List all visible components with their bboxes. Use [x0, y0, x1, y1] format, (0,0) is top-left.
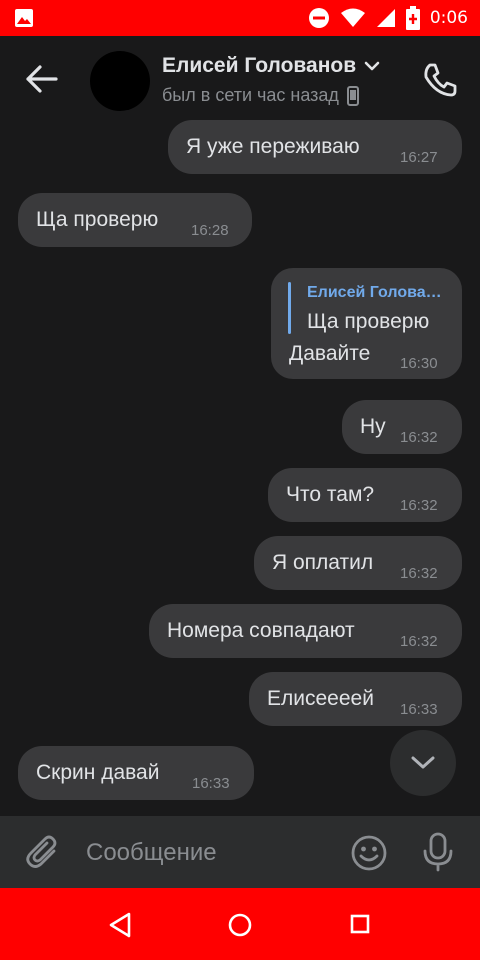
wifi-icon [340, 8, 365, 27]
message-bubble-incoming[interactable]: Скрин давай 16:33 [18, 746, 254, 800]
message-text: Что там? [286, 483, 375, 506]
message-bubble-outgoing[interactable]: Номера совпадают 16:32 [149, 604, 462, 658]
message-time: 16:33 [400, 701, 438, 718]
message-text: Ну [360, 415, 386, 438]
message-text: Я уже переживаю [186, 135, 360, 158]
back-button[interactable] [22, 62, 62, 96]
chat-header: Елисей Голованов был в сети час назад [0, 36, 480, 120]
attach-button[interactable] [24, 834, 62, 872]
message-time: 16:27 [400, 149, 438, 166]
scroll-down-button[interactable] [390, 730, 456, 796]
message-time: 16:28 [191, 222, 229, 239]
message-time: 16:32 [400, 429, 438, 446]
message-text: Давайте [289, 342, 371, 365]
message-bubble-outgoing[interactable]: Елисеееей 16:33 [249, 672, 462, 726]
do-not-disturb-icon [308, 8, 329, 28]
triangle-back-icon [109, 912, 131, 938]
emoji-button[interactable] [350, 834, 388, 872]
contact-name[interactable]: Елисей Голованов [162, 54, 356, 78]
microphone-icon [423, 832, 453, 872]
voice-message-button[interactable] [420, 832, 456, 872]
last-seen-text: был в сети час назад [162, 85, 339, 105]
message-bubble-outgoing[interactable]: Ну 16:32 [342, 400, 462, 454]
reply-author[interactable]: Елисей Голова… [307, 284, 442, 302]
message-input[interactable] [86, 836, 326, 870]
chevron-down-icon[interactable] [364, 60, 380, 72]
battery-icon [405, 6, 420, 30]
nav-recents-button[interactable] [350, 914, 370, 934]
gallery-notification-icon [15, 9, 33, 27]
arrow-left-icon [26, 65, 58, 93]
message-bubble-outgoing[interactable]: Я уже переживаю 16:27 [168, 120, 462, 174]
chevron-down-icon [411, 756, 435, 769]
message-bubble-outgoing[interactable]: Я оплатил 16:32 [254, 536, 462, 590]
message-text: Ща проверю [36, 208, 159, 231]
signal-icon [376, 9, 395, 27]
smiley-icon [351, 835, 387, 871]
call-button[interactable] [420, 60, 460, 100]
message-text: Скрин давай [36, 761, 160, 784]
message-time: 16:33 [192, 775, 230, 792]
reply-quote-bar [288, 282, 291, 334]
contact-title[interactable]: Елисей Голованов [162, 54, 380, 78]
message-bubble-outgoing[interactable]: Что там? 16:32 [268, 468, 462, 522]
status-bar: 0:06 [0, 0, 480, 36]
circle-home-icon [228, 913, 252, 937]
message-bubble-outgoing-reply[interactable]: Елисей Голова… Ща проверю Давайте 16:30 [271, 268, 462, 379]
nav-back-button[interactable] [108, 912, 132, 938]
nav-home-button[interactable] [228, 913, 252, 937]
avatar[interactable] [90, 51, 150, 111]
system-nav-bar [0, 888, 480, 960]
reply-text[interactable]: Ща проверю [307, 310, 429, 334]
contact-status: был в сети час назад [162, 85, 359, 106]
mobile-phone-icon [346, 85, 359, 106]
status-icons: 0:06 [308, 6, 468, 30]
message-composer [0, 816, 480, 888]
message-text: Елисеееей [267, 687, 374, 710]
message-time: 16:32 [400, 497, 438, 514]
message-time: 16:32 [400, 633, 438, 650]
message-text: Номера совпадают [167, 619, 355, 642]
paperclip-icon [26, 835, 57, 868]
message-time: 16:32 [400, 565, 438, 582]
message-bubble-incoming[interactable]: Ща проверю 16:28 [18, 193, 252, 247]
message-text: Я оплатил [272, 551, 374, 574]
status-clock: 0:06 [429, 8, 468, 28]
phone-icon [424, 63, 457, 97]
message-list[interactable]: Я уже переживаю 16:27 Ща проверю 16:28 Е… [0, 120, 480, 816]
message-time: 16:30 [400, 355, 438, 372]
square-recents-icon [350, 914, 370, 934]
